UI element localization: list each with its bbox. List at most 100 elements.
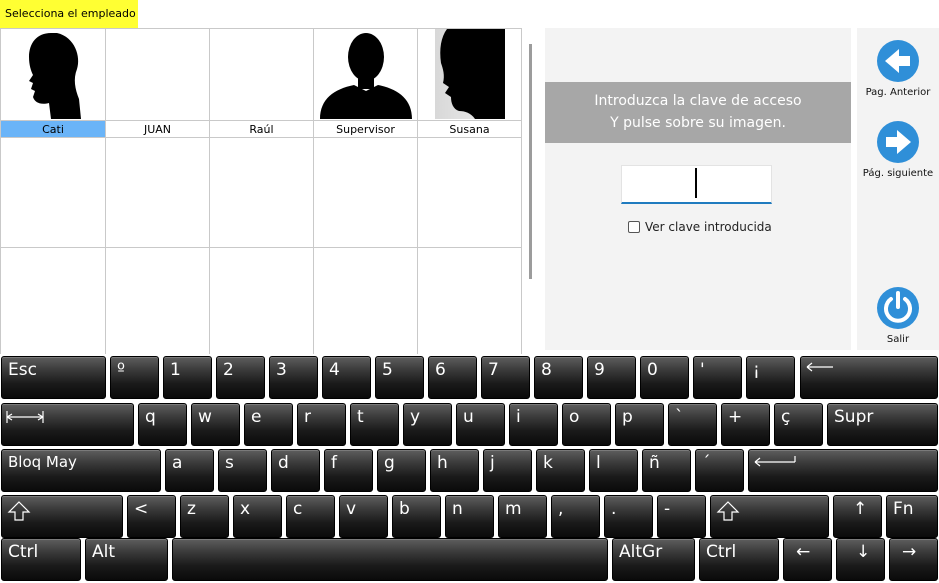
person-silhouette-icon <box>29 33 81 119</box>
key-o[interactable]: o <box>562 403 611 446</box>
key-l[interactable]: l <box>589 449 638 492</box>
key-minus[interactable]: - <box>657 495 706 538</box>
key-t[interactable]: t <box>350 403 399 446</box>
key-k[interactable]: k <box>536 449 585 492</box>
key-s[interactable]: s <box>218 449 267 492</box>
key-plus[interactable]: + <box>721 403 770 446</box>
page-title: Selecciona el empleado <box>0 0 138 28</box>
key-4[interactable]: 4 <box>322 356 371 399</box>
checkbox-box[interactable] <box>628 221 640 233</box>
key-1[interactable]: 1 <box>163 356 212 399</box>
key-backspace[interactable] <box>800 356 938 399</box>
key-f[interactable]: f <box>324 449 373 492</box>
key-5[interactable]: 5 <box>375 356 424 399</box>
employee-photo <box>314 29 417 119</box>
key-enter[interactable] <box>748 449 938 492</box>
key-left-shift[interactable] <box>1 495 123 538</box>
show-password-label: Ver clave introducida <box>645 220 772 234</box>
on-screen-keyboard: Esc º 1 2 3 4 5 6 7 8 9 0 ' ¡ q w e r t … <box>0 354 939 583</box>
key-tab[interactable] <box>1 403 134 446</box>
employee-tile-cati[interactable]: Cati <box>0 28 106 138</box>
employee-tile-juan[interactable]: JUAN <box>106 28 210 138</box>
key-arrow-right[interactable]: → <box>889 538 938 581</box>
key-a[interactable]: a <box>165 449 214 492</box>
key-comma[interactable]: , <box>551 495 600 538</box>
key-j[interactable]: j <box>483 449 532 492</box>
arrow-left-icon <box>877 40 919 82</box>
key-p[interactable]: p <box>615 403 664 446</box>
key-q[interactable]: q <box>138 403 187 446</box>
key-7[interactable]: 7 <box>481 356 530 399</box>
key-supr[interactable]: Supr <box>827 403 938 446</box>
navigation-panel: Pag. Anterior Pág. siguiente Salir <box>857 28 939 350</box>
key-v[interactable]: v <box>339 495 388 538</box>
key-i[interactable]: i <box>509 403 558 446</box>
key-ordinal[interactable]: º <box>110 356 159 399</box>
key-2[interactable]: 2 <box>216 356 265 399</box>
previous-page-button[interactable]: Pag. Anterior <box>857 40 939 98</box>
employee-tile-empty <box>106 138 210 248</box>
key-caps-lock[interactable]: Bloq May <box>1 449 161 492</box>
key-inverted-exclamation[interactable]: ¡ <box>746 356 795 399</box>
key-apostrophe[interactable]: ' <box>693 356 742 399</box>
key-x[interactable]: x <box>233 495 282 538</box>
key-alt[interactable]: Alt <box>85 538 168 581</box>
key-c[interactable]: c <box>286 495 335 538</box>
employee-tile-empty <box>0 248 106 355</box>
key-n-tilde[interactable]: ñ <box>642 449 691 492</box>
vertical-scrollbar[interactable] <box>529 44 532 279</box>
power-icon <box>877 287 919 329</box>
employee-name: Susana <box>418 120 521 137</box>
key-z[interactable]: z <box>180 495 229 538</box>
previous-page-label: Pag. Anterior <box>865 87 931 98</box>
key-g[interactable]: g <box>377 449 426 492</box>
show-password-checkbox[interactable]: Ver clave introducida <box>628 219 772 235</box>
key-fn[interactable]: Fn <box>886 495 938 538</box>
tab-arrow-icon <box>6 411 44 423</box>
employee-name: Supervisor <box>314 120 417 137</box>
key-esc[interactable]: Esc <box>1 356 106 399</box>
key-h[interactable]: h <box>430 449 479 492</box>
key-3[interactable]: 3 <box>269 356 318 399</box>
next-page-button[interactable]: Pág. siguiente <box>857 121 939 179</box>
key-e[interactable]: e <box>244 403 293 446</box>
key-arrow-left[interactable]: ← <box>783 538 832 581</box>
employee-name: JUAN <box>106 120 209 137</box>
employee-tile-susana[interactable]: Susana <box>418 28 522 138</box>
key-b[interactable]: b <box>392 495 441 538</box>
key-c-cedilla[interactable]: ç <box>774 403 823 446</box>
key-arrow-up[interactable]: ↑ <box>833 495 882 538</box>
exit-label: Salir <box>886 334 910 345</box>
key-right-shift[interactable] <box>710 495 829 538</box>
key-y[interactable]: y <box>403 403 452 446</box>
key-r[interactable]: r <box>297 403 346 446</box>
key-n[interactable]: n <box>445 495 494 538</box>
key-d[interactable]: d <box>271 449 320 492</box>
key-6[interactable]: 6 <box>428 356 477 399</box>
password-input[interactable] <box>621 165 772 204</box>
employee-tile-supervisor[interactable]: Supervisor <box>314 28 418 138</box>
next-page-label: Pág. siguiente <box>862 168 934 179</box>
key-0[interactable]: 0 <box>640 356 689 399</box>
key-8[interactable]: 8 <box>534 356 583 399</box>
person-silhouette-icon <box>319 33 412 119</box>
key-space[interactable] <box>172 538 608 581</box>
employee-tile-empty <box>418 138 522 248</box>
login-panel: Introduzca la clave de acceso Y pulse so… <box>545 28 851 350</box>
key-w[interactable]: w <box>191 403 240 446</box>
exit-button[interactable]: Salir <box>857 287 939 345</box>
key-u[interactable]: u <box>456 403 505 446</box>
login-instructions-line2: Y pulse sobre su imagen. <box>610 115 786 131</box>
key-arrow-down[interactable]: ↓ <box>836 538 885 581</box>
employee-tile-empty <box>0 138 106 248</box>
key-left-ctrl[interactable]: Ctrl <box>1 538 81 581</box>
key-9[interactable]: 9 <box>587 356 636 399</box>
key-less-than[interactable]: < <box>127 495 176 538</box>
key-altgr[interactable]: AltGr <box>612 538 695 581</box>
key-period[interactable]: . <box>604 495 653 538</box>
key-m[interactable]: m <box>498 495 547 538</box>
key-acute[interactable]: ´ <box>695 449 744 492</box>
employee-tile-raul[interactable]: Raúl <box>210 28 314 138</box>
key-right-ctrl[interactable]: Ctrl <box>699 538 779 581</box>
key-grave[interactable]: ` <box>668 403 717 446</box>
